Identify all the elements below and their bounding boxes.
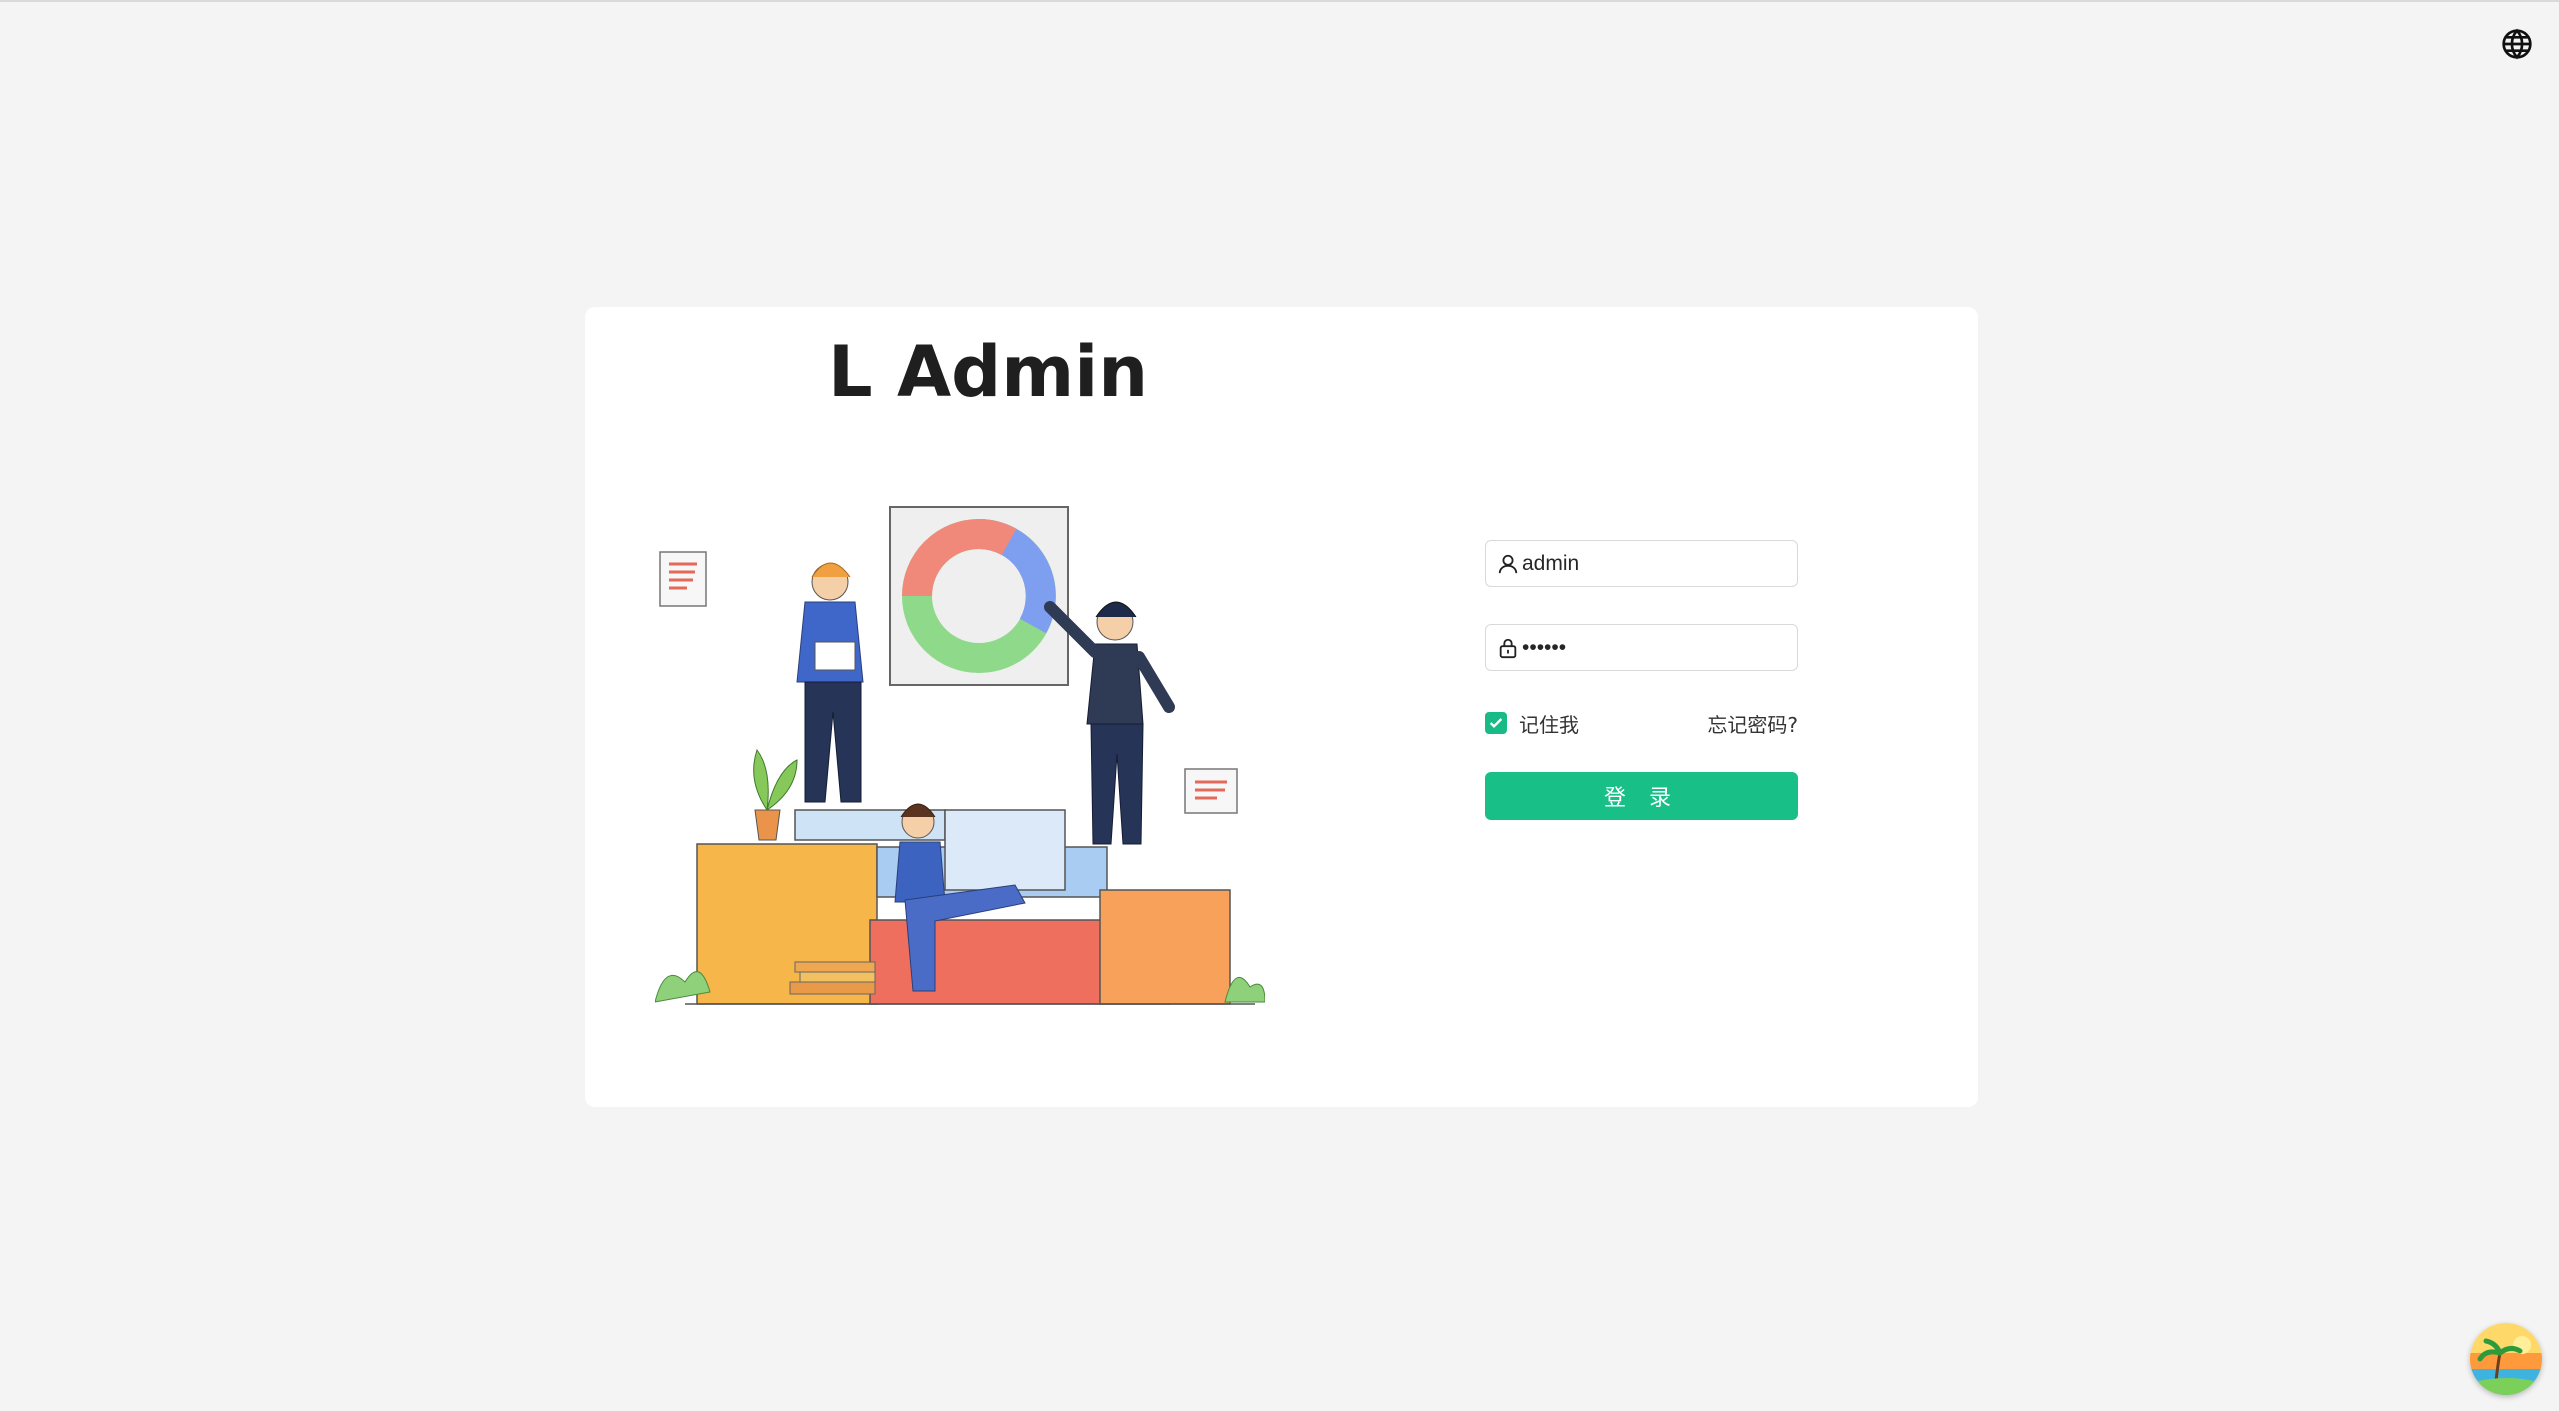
username-field[interactable] bbox=[1485, 540, 1798, 587]
password-input[interactable] bbox=[1522, 635, 1772, 660]
beach-avatar-icon bbox=[2470, 1323, 2542, 1395]
language-switch-button[interactable] bbox=[2500, 27, 2534, 61]
login-form: 记住我 忘记密码? 登 录 bbox=[1485, 540, 1798, 820]
remember-me-checkbox[interactable]: 记住我 bbox=[1485, 709, 1579, 738]
team-data-illustration bbox=[655, 506, 1265, 1005]
globe-icon bbox=[2502, 28, 2532, 60]
username-input[interactable] bbox=[1522, 551, 1772, 576]
forgot-password-link[interactable]: 忘记密码? bbox=[1707, 709, 1798, 738]
top-border bbox=[0, 0, 2559, 2]
app-title: L Admin bbox=[828, 331, 1149, 413]
login-button[interactable]: 登 录 bbox=[1485, 772, 1798, 820]
password-field[interactable] bbox=[1485, 624, 1798, 671]
login-card: L Admin admin •••••• 记住我 忘记密码? 登 录 bbox=[585, 307, 1978, 1107]
remember-me-label: 记住我 bbox=[1519, 712, 1579, 737]
checkbox-checked-icon[interactable] bbox=[1485, 712, 1507, 734]
form-options: 记住我 忘记密码? bbox=[1485, 708, 1798, 738]
assistant-avatar-button[interactable] bbox=[2470, 1323, 2542, 1395]
